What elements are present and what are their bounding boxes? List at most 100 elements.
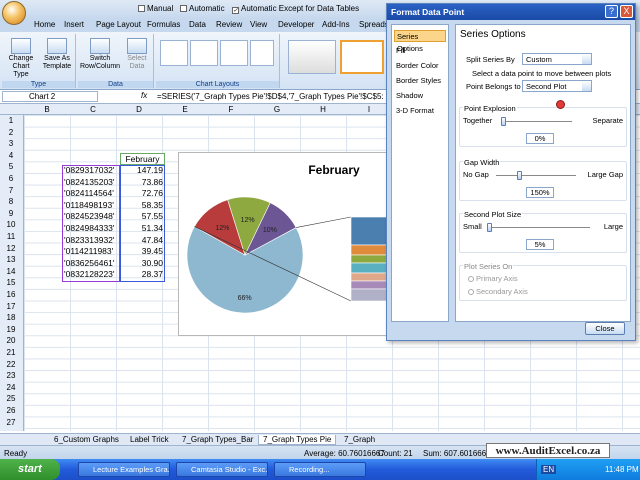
- size-track: [490, 227, 590, 228]
- row-header[interactable]: 15: [0, 278, 22, 287]
- sheet-tab-graph[interactable]: 7_Graph: [340, 435, 379, 444]
- nav-shadow[interactable]: Shadow: [394, 90, 446, 102]
- tab-developer[interactable]: Developer: [278, 20, 314, 29]
- col-header-e[interactable]: E: [162, 105, 208, 114]
- row-header[interactable]: 10: [0, 220, 22, 229]
- secondary-bar-segment[interactable]: [350, 272, 391, 282]
- task-lecture-examples[interactable]: Lecture Examples Gra...: [78, 462, 170, 477]
- row-header[interactable]: 24: [0, 383, 22, 392]
- row-header[interactable]: 14: [0, 267, 22, 276]
- chart-style-2[interactable]: [340, 40, 384, 74]
- row-header[interactable]: 2: [0, 128, 22, 137]
- sheet-tab-graph-types-bar[interactable]: 7_Graph Types_Bar: [178, 435, 257, 444]
- fx-icon[interactable]: fx: [141, 91, 147, 100]
- tab-home[interactable]: Home: [34, 20, 55, 29]
- close-button[interactable]: Close: [585, 322, 625, 335]
- gap-input[interactable]: 150%: [526, 187, 554, 198]
- row-header[interactable]: 4: [0, 151, 22, 160]
- tab-view[interactable]: View: [250, 20, 267, 29]
- col-header-g[interactable]: G: [254, 105, 300, 114]
- tab-insert[interactable]: Insert: [64, 20, 84, 29]
- nav-border-color[interactable]: Border Color: [394, 60, 446, 72]
- row-header[interactable]: 8: [0, 197, 22, 206]
- secondary-bar-segment[interactable]: [350, 216, 391, 246]
- row-header[interactable]: 22: [0, 360, 22, 369]
- secondary-axis-radio[interactable]: Secondary Axis: [468, 287, 528, 296]
- help-button[interactable]: ?: [605, 5, 618, 18]
- row-header[interactable]: 17: [0, 302, 22, 311]
- manual-checkbox[interactable]: Manual: [138, 4, 173, 13]
- split-series-select[interactable]: Custom: [522, 53, 592, 65]
- gap-slider[interactable]: [517, 171, 522, 180]
- row-header[interactable]: 26: [0, 406, 22, 415]
- task-camtasia[interactable]: Camtasia Studio - Exc...: [176, 462, 268, 477]
- nav-fill[interactable]: Fill: [394, 45, 446, 57]
- row-header[interactable]: 3: [0, 139, 22, 148]
- name-box[interactable]: Chart 2: [2, 91, 98, 102]
- row-header[interactable]: 23: [0, 371, 22, 380]
- point-belongs-select[interactable]: Second Plot: [522, 80, 592, 92]
- chart-area[interactable]: February 66% 12% 12% 10%: [178, 152, 391, 337]
- chart-style-1[interactable]: [288, 40, 336, 74]
- row-header[interactable]: 13: [0, 255, 22, 264]
- save-as-template-button[interactable]: Save As Template: [40, 38, 74, 71]
- pie-chart[interactable]: 66% 12% 12% 10%: [179, 153, 391, 337]
- sheet-tab-label-trick[interactable]: Label Trick: [126, 435, 173, 444]
- sheet-tab-custom-graphs[interactable]: 6_Custom Graphs: [50, 435, 123, 444]
- tab-add-ins[interactable]: Add-Ins: [322, 20, 350, 29]
- row-header[interactable]: 18: [0, 313, 22, 322]
- select-data-button[interactable]: Select Data: [122, 38, 152, 71]
- formula-text[interactable]: =SERIES('7_Graph Types Pie'!$D$4,'7_Grap…: [157, 91, 384, 102]
- size-slider[interactable]: [487, 223, 492, 232]
- size-input[interactable]: 5%: [526, 239, 554, 250]
- switch-row-column-button[interactable]: Switch Row/Column: [80, 38, 120, 71]
- sheet-tab-graph-types-pie[interactable]: 7_Graph Types Pie: [258, 435, 337, 445]
- row-header[interactable]: 20: [0, 336, 22, 345]
- row-header[interactable]: 12: [0, 244, 22, 253]
- tab-data[interactable]: Data: [189, 20, 206, 29]
- tab-review[interactable]: Review: [216, 20, 242, 29]
- row-header[interactable]: 25: [0, 394, 22, 403]
- col-header-d[interactable]: D: [116, 105, 162, 114]
- col-header-f[interactable]: F: [208, 105, 254, 114]
- header-cell-february[interactable]: February: [120, 153, 165, 165]
- language-indicator[interactable]: EN: [541, 465, 557, 474]
- layout-thumb-2[interactable]: [190, 40, 218, 66]
- row-header[interactable]: 5: [0, 162, 22, 171]
- task-recording[interactable]: Recording...: [274, 462, 366, 477]
- col-header-b[interactable]: B: [24, 105, 70, 114]
- close-icon[interactable]: X: [620, 5, 633, 18]
- row-header[interactable]: 19: [0, 325, 22, 334]
- secondary-bar-segment[interactable]: [350, 244, 391, 256]
- row-header[interactable]: 21: [0, 348, 22, 357]
- row-header[interactable]: 11: [0, 232, 22, 241]
- automatic-checkbox[interactable]: Automatic: [180, 4, 225, 13]
- secondary-bar-segment[interactable]: [350, 254, 391, 264]
- secondary-bar-segment[interactable]: [350, 288, 391, 302]
- layout-thumb-1[interactable]: [160, 40, 188, 66]
- row-header[interactable]: 27: [0, 418, 22, 427]
- row-header[interactable]: 1: [0, 116, 22, 125]
- tab-page-layout[interactable]: Page Layout: [96, 20, 141, 29]
- row-header[interactable]: 7: [0, 186, 22, 195]
- nav-series-options[interactable]: Series Options: [394, 30, 446, 53]
- secondary-bar-segment[interactable]: [350, 262, 391, 274]
- office-button[interactable]: [2, 1, 26, 25]
- start-button[interactable]: start: [0, 459, 60, 480]
- primary-axis-radio[interactable]: Primary Axis: [468, 274, 518, 283]
- explosion-input[interactable]: 0%: [526, 133, 554, 144]
- automatic-except-checkbox[interactable]: ✓ Automatic Except for Data Tables: [232, 4, 359, 14]
- row-header[interactable]: 6: [0, 174, 22, 183]
- layout-thumb-4[interactable]: [250, 40, 274, 66]
- layout-thumb-3[interactable]: [220, 40, 248, 66]
- change-chart-type-button[interactable]: Change Chart Type: [4, 38, 38, 79]
- tab-formulas[interactable]: Formulas: [147, 20, 180, 29]
- col-header-c[interactable]: C: [70, 105, 116, 114]
- explosion-slider[interactable]: [501, 117, 506, 126]
- nav-3d-format[interactable]: 3-D Format: [394, 105, 446, 117]
- secondary-bar-segment[interactable]: [350, 280, 391, 290]
- row-header[interactable]: 9: [0, 209, 22, 218]
- col-header-h[interactable]: H: [300, 105, 346, 114]
- nav-border-styles[interactable]: Border Styles: [394, 75, 446, 87]
- row-header[interactable]: 16: [0, 290, 22, 299]
